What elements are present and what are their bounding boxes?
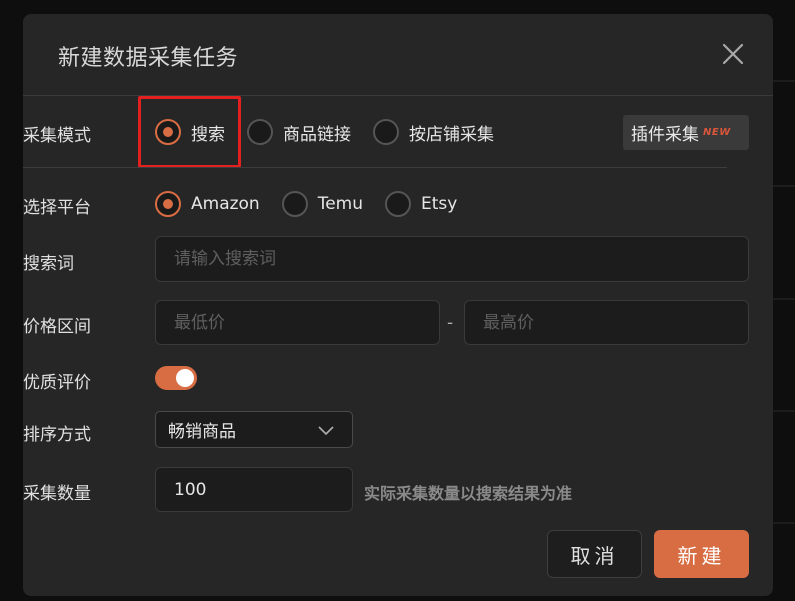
quality-label: 优质评价 (23, 373, 91, 393)
count-hint: 实际采集数量以搜索结果为准 (364, 484, 573, 503)
radio-unchecked-icon (385, 191, 412, 217)
radio-checked-icon (155, 119, 181, 145)
radio-unchecked-icon (373, 119, 399, 145)
radio-unchecked-icon (247, 119, 273, 145)
platform-option-amazon[interactable]: Amazon (155, 191, 260, 217)
platform-radio-group: Amazon Temu Etsy (155, 191, 457, 217)
close-button[interactable] (721, 42, 745, 66)
platform-option-label: Amazon (191, 194, 260, 214)
platform-option-label: Etsy (421, 194, 458, 214)
count-label: 采集数量 (23, 484, 91, 504)
count-input[interactable] (155, 467, 353, 512)
price-label: 价格区间 (23, 317, 91, 337)
price-separator: - (447, 313, 454, 333)
sort-select[interactable]: 畅销商品 (155, 411, 353, 448)
mode-option-label: 商品链接 (283, 124, 351, 145)
close-icon (722, 43, 744, 65)
plugin-collect-label: 插件采集 (631, 125, 699, 145)
price-max-input[interactable] (464, 300, 749, 345)
dialog-title: 新建数据采集任务 (58, 46, 239, 71)
mode-label: 采集模式 (23, 126, 91, 146)
keyword-input[interactable] (155, 236, 749, 282)
mode-option-search[interactable]: 搜索 (155, 119, 225, 145)
platform-option-etsy[interactable]: Etsy (385, 191, 457, 217)
create-button[interactable]: 新建 (654, 530, 749, 578)
platform-option-temu[interactable]: Temu (281, 191, 364, 217)
mode-radio-group: 搜索 商品链接 按店铺采集 (155, 119, 494, 145)
radio-unchecked-icon (281, 191, 308, 217)
sort-label: 排序方式 (23, 425, 91, 445)
price-min-input[interactable] (155, 300, 440, 345)
mode-option-store[interactable]: 按店铺采集 (373, 119, 494, 145)
chevron-down-icon (318, 426, 334, 436)
toggle-knob (176, 369, 194, 387)
mode-option-label: 搜索 (191, 124, 225, 145)
keyword-label: 搜索词 (23, 254, 74, 274)
mode-option-label: 按店铺采集 (409, 124, 494, 145)
new-badge: NEW (703, 127, 731, 138)
radio-checked-icon (155, 191, 181, 217)
mode-option-product-link[interactable]: 商品链接 (247, 119, 351, 145)
platform-option-label: Temu (317, 194, 364, 214)
dialog-header: 新建数据采集任务 (23, 14, 773, 96)
platform-label: 选择平台 (23, 198, 91, 218)
plugin-collect-button[interactable]: 插件采集 NEW (623, 115, 749, 150)
sort-select-value: 畅销商品 (168, 422, 236, 442)
quality-toggle[interactable] (155, 366, 197, 390)
cancel-button[interactable]: 取消 (547, 530, 642, 578)
section-divider (23, 167, 727, 168)
